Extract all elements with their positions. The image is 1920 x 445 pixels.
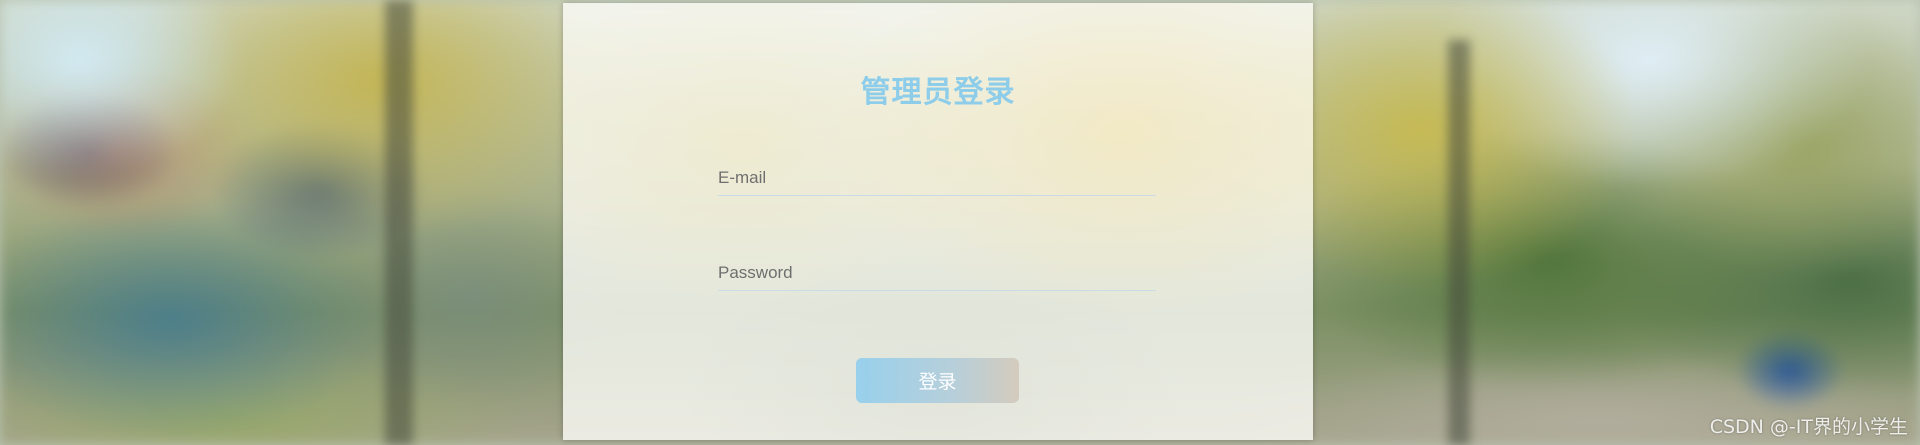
- login-button[interactable]: 登录: [856, 358, 1019, 403]
- password-field: [718, 256, 1156, 291]
- login-title: 管理员登录: [860, 75, 1016, 110]
- tree-trunk-left: [385, 0, 413, 445]
- page-background: 管理员登录 登录 CSDN @-IT界的小学生: [0, 0, 1920, 445]
- email-input[interactable]: [718, 161, 1156, 195]
- login-card: 管理员登录 登录: [563, 3, 1313, 440]
- watermark-text: CSDN @-IT界的小学生: [1709, 416, 1908, 438]
- email-field: [718, 161, 1156, 196]
- tree-trunk-right: [1448, 40, 1470, 445]
- password-input[interactable]: [718, 256, 1156, 290]
